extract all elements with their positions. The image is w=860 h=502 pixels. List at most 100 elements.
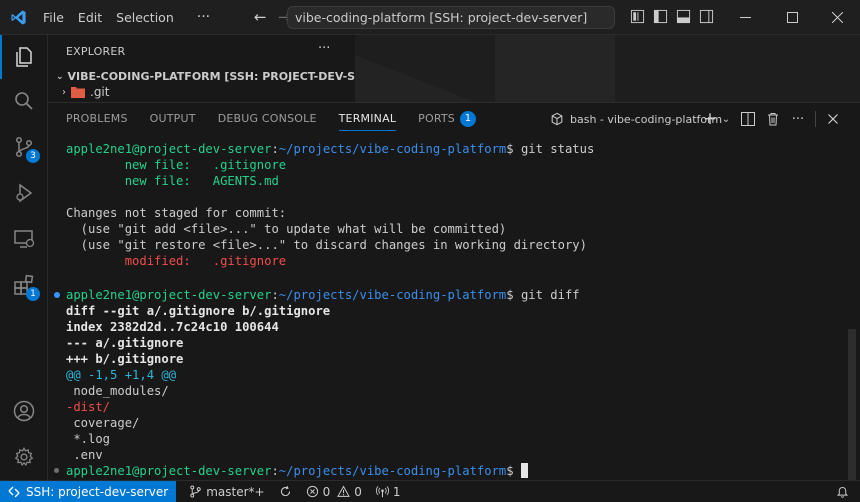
- terminal-line-removed: -dist/: [66, 400, 111, 414]
- terminal-instance-selector[interactable]: bash - vibe-coding-platform: [550, 103, 722, 135]
- toggle-primary-sidebar-icon[interactable]: [653, 9, 668, 24]
- run-debug-icon: [16, 183, 33, 203]
- ports-indicator[interactable]: 1: [369, 485, 408, 499]
- explorer-more-button[interactable]: ···: [318, 41, 330, 56]
- extensions-badge: 1: [26, 287, 40, 301]
- tab-debug-console[interactable]: DEBUG CONSOLE: [218, 103, 317, 135]
- new-terminal-plus-icon[interactable]: +: [702, 109, 718, 129]
- close-window-button[interactable]: [814, 0, 860, 35]
- remote-explorer-activity[interactable]: [0, 217, 48, 261]
- manage-activity[interactable]: [0, 435, 48, 479]
- status-label: new file:: [66, 174, 213, 188]
- accounts-activity[interactable]: [0, 389, 48, 433]
- terminal-line-cmd-status: apple2ne1@project-dev-server:~/projects/…: [66, 141, 594, 157]
- chevron-down-icon[interactable]: ⌄: [721, 111, 731, 127]
- warning-count: 0: [354, 484, 362, 499]
- vscode-logo-icon: [0, 0, 36, 35]
- command-center[interactable]: vibe-coding-platform [SSH: project-dev-s…: [287, 6, 615, 29]
- prompt-end: $: [506, 464, 514, 478]
- terminal-icon: [551, 112, 563, 126]
- extensions-activity[interactable]: 1: [0, 263, 48, 307]
- status-file: .gitignore: [212, 158, 287, 172]
- editor-area: [355, 35, 860, 102]
- status-file: .gitignore: [212, 254, 287, 268]
- files-icon: [16, 47, 32, 67]
- menu-file[interactable]: File: [36, 0, 71, 35]
- ports-count: 1: [392, 484, 401, 499]
- title-bar: File Edit Selection ··· ← → vibe-coding-…: [0, 0, 860, 35]
- terminal-line-hint: (use "git restore <file>..." to discard …: [66, 238, 587, 252]
- status-bar: SSH: project-dev-server master*+ 0 0 1: [0, 480, 860, 502]
- sync-indicator[interactable]: [272, 485, 299, 498]
- remote-explorer-icon: [14, 230, 35, 248]
- explorer-activity[interactable]: [0, 35, 48, 79]
- customize-layout-icon[interactable]: [630, 9, 645, 24]
- panel: PROBLEMS OUTPUT DEBUG CONSOLE TERMINAL P…: [48, 102, 860, 489]
- status-label: new file:: [66, 158, 213, 172]
- terminal-scrollbar[interactable]: [848, 329, 856, 489]
- scm-badge: 3: [26, 149, 40, 163]
- close-panel-icon[interactable]: [825, 111, 841, 127]
- tab-problems[interactable]: PROBLEMS: [66, 103, 128, 135]
- remote-indicator[interactable]: SSH: project-dev-server: [0, 480, 177, 502]
- workspace-folder-label: VIBE-CODING-PLATFORM [SSH: PROJECT-DEV-S…: [67, 70, 401, 83]
- prompt-sep: :: [271, 142, 279, 156]
- maximize-button[interactable]: [769, 0, 815, 35]
- command-text: git diff: [513, 288, 580, 302]
- command-decoration-icon[interactable]: [54, 292, 60, 298]
- terminal-line-modified: modified: .gitignore: [66, 253, 286, 269]
- sync-icon: [280, 486, 290, 497]
- branch-indicator[interactable]: master*+: [182, 485, 271, 499]
- ports-badge: 1: [460, 111, 476, 127]
- terminal-line-hunk: @@ -1,5 +1,4 @@: [66, 368, 177, 382]
- problems-indicator[interactable]: 0 0: [299, 485, 369, 499]
- prompt-path: ~/projects/vibe-coding-platform: [278, 464, 507, 478]
- terminal-line-cmd-diff: apple2ne1@project-dev-server:~/projects/…: [66, 287, 580, 303]
- minimize-button[interactable]: [722, 0, 768, 35]
- tree-item-git[interactable]: › .git: [62, 85, 109, 99]
- tab-ports-label: PORTS: [418, 112, 455, 125]
- tab-ports[interactable]: PORTS 1: [418, 103, 476, 135]
- terminal-line-minus-file: --- a/.gitignore: [66, 336, 184, 350]
- terminal-output[interactable]: apple2ne1@project-dev-server:~/projects/…: [48, 139, 860, 489]
- split-terminal-icon[interactable]: [740, 111, 756, 127]
- search-icon: [15, 92, 33, 110]
- command-decoration-icon[interactable]: [54, 468, 59, 473]
- toggle-panel-icon[interactable]: [676, 9, 691, 24]
- chevron-right-icon: ›: [62, 86, 66, 98]
- back-arrow-icon[interactable]: ←: [248, 8, 272, 26]
- prompt-path: ~/projects/vibe-coding-platform: [278, 142, 507, 156]
- error-count: 0: [322, 484, 331, 499]
- tree-item-label: .git: [90, 85, 110, 99]
- more-actions-icon[interactable]: ···: [790, 111, 806, 127]
- terminal-line-context: coverage/: [66, 416, 140, 430]
- prompt-sep: :: [271, 464, 279, 478]
- remote-label: SSH: project-dev-server: [26, 484, 169, 499]
- menu-selection[interactable]: Selection: [109, 0, 181, 35]
- trash-icon[interactable]: [765, 111, 781, 127]
- menu-more-button[interactable]: ···: [187, 9, 220, 25]
- terminal-line-diff-header: diff --git a/.gitignore b/.gitignore: [66, 304, 331, 318]
- broadcast-icon: [375, 486, 389, 498]
- terminal-line-prompt: apple2ne1@project-dev-server:~/projects/…: [66, 463, 528, 479]
- notifications-indicator[interactable]: [829, 485, 856, 498]
- watermark-logo-icon: [355, 35, 615, 102]
- account-icon: [13, 400, 35, 422]
- source-control-activity[interactable]: 3: [0, 125, 48, 169]
- prompt-sep: :: [271, 288, 279, 302]
- branch-label: master*+: [206, 484, 265, 499]
- terminal-line-hint: (use "git add <file>..." to update what …: [66, 222, 507, 236]
- prompt-path: ~/projects/vibe-coding-platform: [278, 288, 507, 302]
- remote-icon: [8, 486, 20, 497]
- search-activity[interactable]: [0, 79, 48, 123]
- workspace-folder[interactable]: ⌄ VIBE-CODING-PLATFORM [SSH: PROJECT-DEV…: [56, 70, 401, 83]
- tab-terminal[interactable]: TERMINAL: [338, 103, 397, 135]
- toggle-secondary-sidebar-icon[interactable]: [699, 9, 714, 24]
- terminal-line-not-staged: Changes not staged for commit:: [66, 206, 287, 220]
- prompt-end: $: [506, 288, 514, 302]
- run-debug-activity[interactable]: [0, 171, 48, 215]
- tab-output[interactable]: OUTPUT: [150, 103, 196, 135]
- menu-edit[interactable]: Edit: [71, 0, 109, 35]
- command-text: git status: [513, 142, 595, 156]
- prompt-user: apple2ne1@project-dev-server: [66, 464, 272, 478]
